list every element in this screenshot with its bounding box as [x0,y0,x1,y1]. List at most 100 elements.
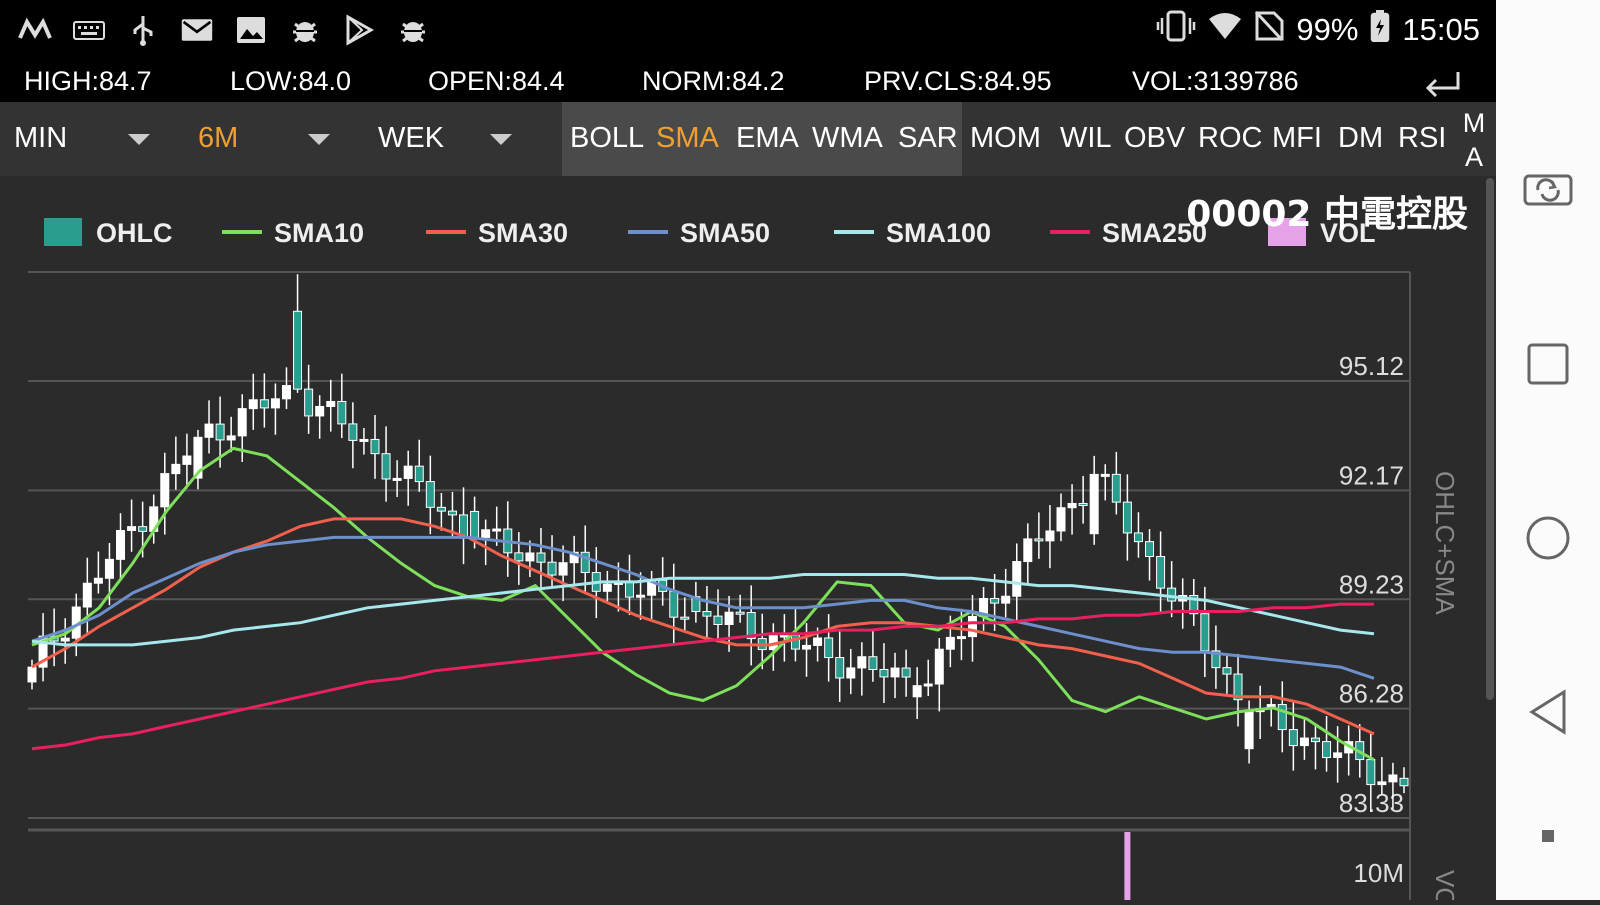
candle-body [160,473,170,508]
candle-body [381,453,391,480]
range-selector-6m[interactable]: 6M [198,122,238,155]
candle-body [680,616,690,620]
candle-body [702,611,712,617]
candle-body [868,656,878,671]
quote-high: HIGH:84.7 [24,66,152,96]
interval-selector-min[interactable]: MIN [14,122,67,155]
indicator-dm[interactable]: DM [1338,122,1383,155]
candle-body [1067,502,1077,509]
scrollbar[interactable] [1486,178,1494,700]
indicator-obv[interactable]: OBV [1124,122,1185,155]
battery-icon [1370,10,1390,50]
chevron-down-icon[interactable] [490,134,512,145]
quote-norm: NORM:84.2 [642,66,785,96]
back-icon [1529,689,1566,735]
series-line-sma250 [31,602,1374,751]
candle-body [901,667,911,678]
candle-body [1333,752,1343,758]
indicator-wil[interactable]: WIL [1060,122,1112,155]
ma-label-m: M [1462,108,1486,138]
candle-body [735,611,745,615]
candle-body [326,400,336,407]
candle-body [171,463,181,475]
candle-body [624,581,634,598]
play-store-icon [342,14,376,46]
stock-chart[interactable]: 95.1292.1789.2386.2883.33OHLC+SMAVOOHLC S… [0,176,1496,905]
candle-body [1222,667,1232,675]
y-tick-label: 89.23 [1339,569,1404,599]
candle-body [370,438,380,455]
rotate-screen-button[interactable] [1520,162,1576,218]
candle-body [1299,737,1309,747]
candle-body [536,552,546,563]
candle-body [1167,587,1177,602]
candle-body [447,510,457,516]
indicator-mfi[interactable]: MFI [1272,122,1322,155]
legend-label: OHLC [96,218,173,248]
back-button[interactable] [1520,684,1576,740]
candle-body [802,644,812,650]
candle-body [304,388,314,417]
candle-body [912,685,922,698]
chevron-down-icon[interactable] [128,134,150,145]
candle-body [392,477,402,481]
legend-swatch [44,218,82,246]
ma-label-a: A [1464,142,1483,172]
candle-body [359,438,369,442]
indicator-ema[interactable]: EMA [736,122,799,155]
legend-label: SMA30 [478,218,568,248]
gallery-icon [234,14,268,46]
candle-body [492,528,502,532]
candle-body [414,465,424,483]
chart-area[interactable]: 95.12 92.17 89.23 86.28 83.33 OHLC+SMA VO OHLC S… [0,176,1496,905]
candle-body [27,666,37,683]
candle-body [237,408,247,437]
vol-tick-label: 10M [1353,858,1404,888]
candle-body [1322,741,1332,758]
home-button[interactable] [1520,510,1576,566]
navigation-bar [1496,0,1600,900]
indicator-mom[interactable]: MOM [970,122,1041,155]
candle-body [204,423,214,438]
candle-body [1056,507,1066,532]
bug-icon-2 [396,14,430,46]
vol-axis-label: VO [1430,870,1460,900]
indicator-wma[interactable]: WMA [812,122,883,155]
candle-body [293,310,303,390]
indicator-sma[interactable]: SMA [656,122,719,155]
y-tick-label: 92.17 [1339,460,1404,490]
candle-body [215,423,225,441]
home-icon [1526,516,1570,560]
candle-body [934,648,944,685]
candle-body [1200,613,1210,652]
candle-body [1366,759,1376,786]
quote-low: LOW:84.0 [230,66,352,96]
return-icon[interactable] [1422,66,1466,105]
status-right: 99% 15:05 [1156,10,1480,50]
chevron-down-icon[interactable] [308,134,330,145]
candle-body [403,465,413,479]
candle-body [1388,774,1398,783]
bug-icon [288,14,322,46]
indicator-sar[interactable]: SAR [898,122,958,155]
indicator-ma[interactable]: M A [1462,106,1486,174]
vibrate-icon [1156,10,1196,50]
candle-body [813,637,823,646]
nav-dot-button[interactable] [1520,808,1576,864]
candle-body [514,552,524,562]
candle-body [547,561,557,576]
candle-body [846,667,856,679]
candle-body [956,636,966,640]
recents-button[interactable] [1520,336,1576,392]
indicator-roc[interactable]: ROC [1198,122,1262,155]
candle-body [558,562,568,576]
indicator-boll[interactable]: BOLL [570,122,644,155]
indicator-rsi[interactable]: RSI [1398,122,1446,155]
candle-body [669,590,679,618]
rotate-icon [1523,174,1573,206]
period-selector-week[interactable]: WEK [378,122,444,155]
candle-body [857,656,867,669]
series-line-sma50 [31,535,1375,680]
candle-body [270,398,280,409]
candle-body [923,683,933,687]
